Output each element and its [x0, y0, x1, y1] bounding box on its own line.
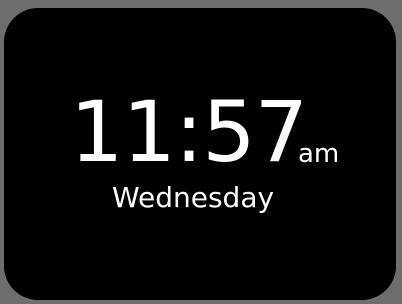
- time-row: 11:57 am: [4, 90, 396, 186]
- clock-period: am: [298, 139, 340, 169]
- clock-time: 11:57: [70, 83, 308, 181]
- clock-day: Wednesday: [111, 181, 275, 214]
- clock-screen: 11:57 am Wednesday: [4, 8, 396, 300]
